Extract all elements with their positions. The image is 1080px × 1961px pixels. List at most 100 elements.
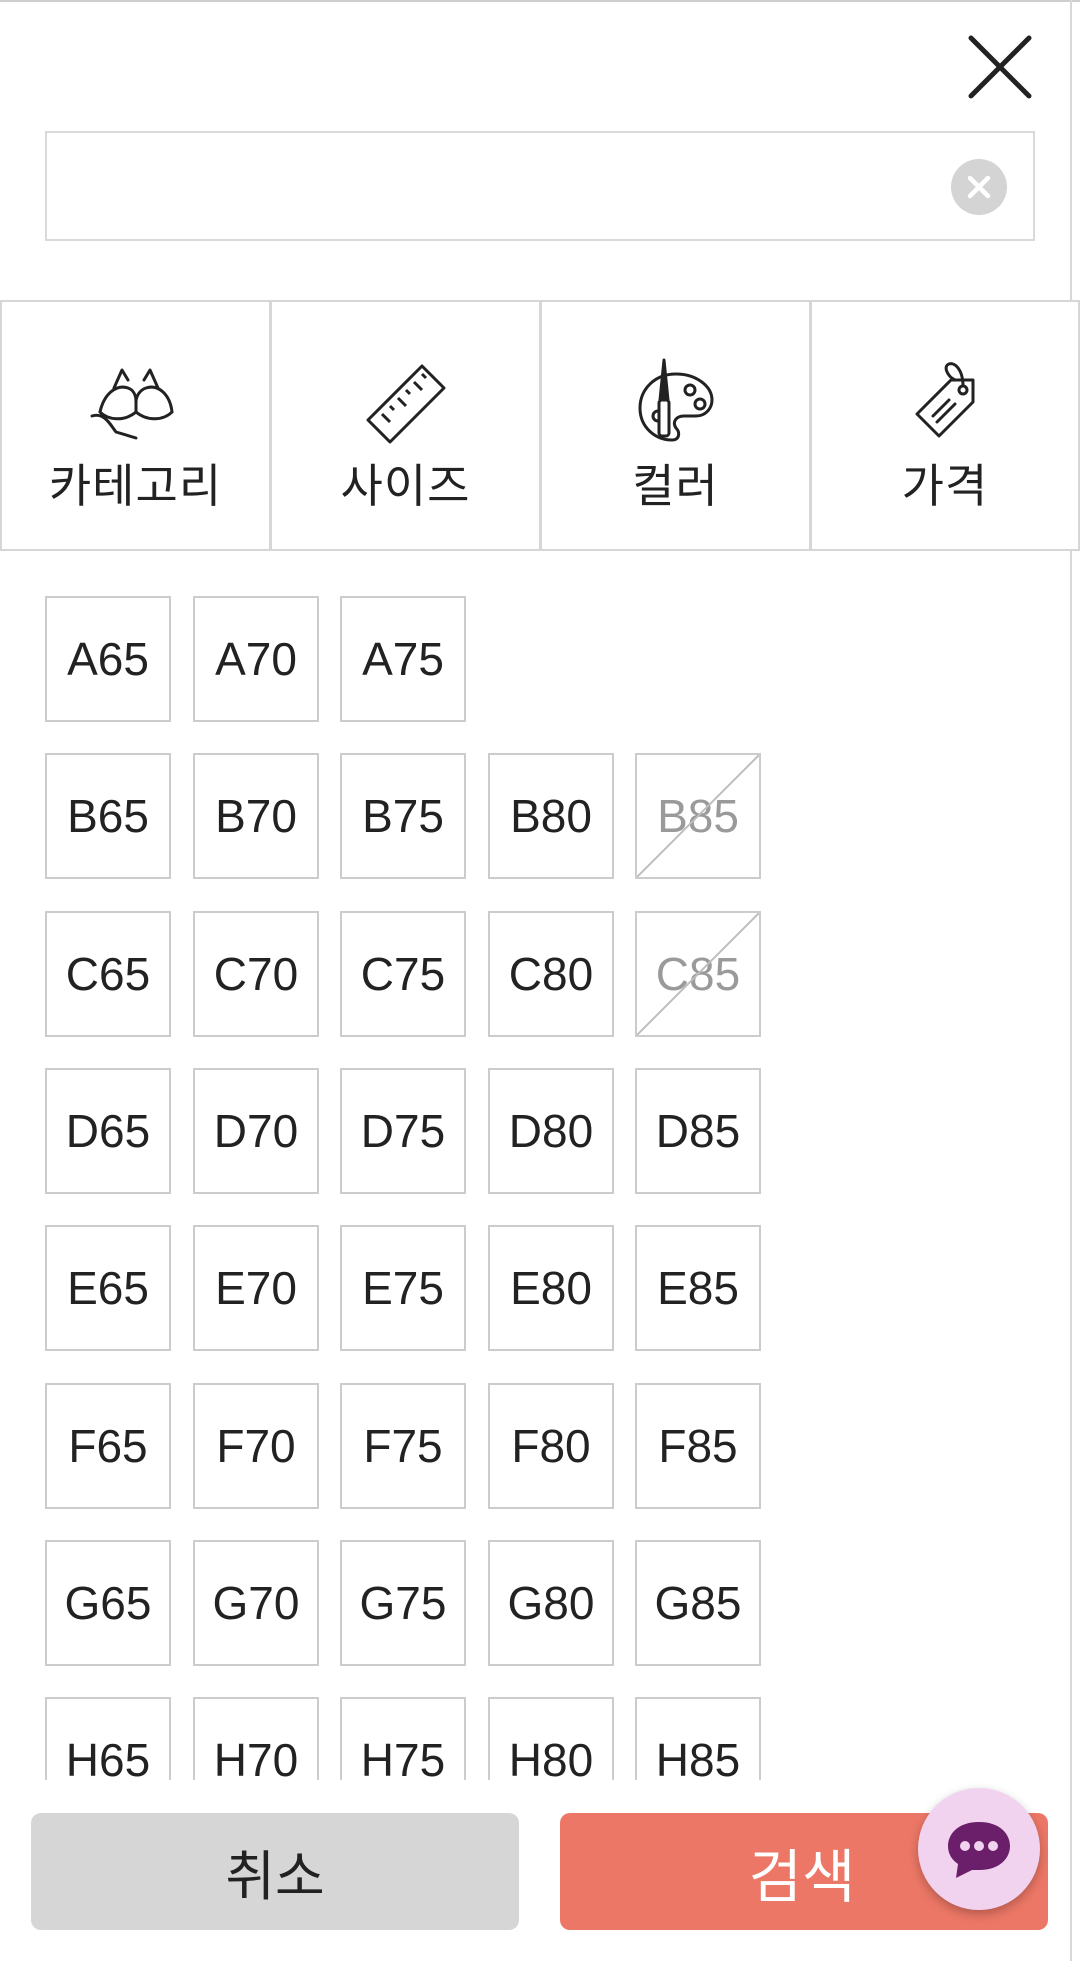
size-option-g65[interactable]: G65 [45, 1540, 171, 1666]
size-label: F85 [658, 1420, 738, 1472]
size-label: H85 [655, 1734, 741, 1780]
size-label: A75 [362, 633, 444, 685]
tab-label: 컬러 [632, 460, 719, 512]
size-option-c80[interactable]: C80 [488, 911, 614, 1037]
tab-color[interactable]: 컬러 [540, 300, 811, 551]
size-option-a70[interactable]: A70 [193, 596, 319, 722]
size-option-e80[interactable]: E80 [488, 1225, 614, 1351]
size-option-c70[interactable]: C70 [193, 911, 319, 1037]
size-label: D65 [65, 1105, 151, 1157]
filter-tabs: 카테고리 사이즈 컬러 가격 [0, 300, 1080, 551]
size-label: D75 [360, 1105, 446, 1157]
search-input[interactable] [47, 133, 927, 239]
size-label: F80 [511, 1420, 591, 1472]
size-option-b85: B85 [635, 753, 761, 879]
clear-search-button[interactable] [951, 159, 1007, 215]
size-option-f80[interactable]: F80 [488, 1383, 614, 1509]
size-option-g75[interactable]: G75 [340, 1540, 466, 1666]
size-label: F75 [363, 1420, 443, 1472]
tab-label: 카테고리 [48, 460, 223, 512]
size-label: C75 [360, 948, 446, 1000]
cancel-button[interactable]: 취소 [31, 1813, 519, 1930]
size-label: A70 [215, 633, 297, 685]
size-label: H75 [360, 1734, 446, 1780]
tab-category[interactable]: 카테고리 [0, 300, 271, 551]
size-label: G70 [212, 1577, 300, 1629]
size-option-g85[interactable]: G85 [635, 1540, 761, 1666]
size-label: B75 [362, 790, 444, 842]
size-label: C65 [65, 948, 151, 1000]
size-option-d85[interactable]: D85 [635, 1068, 761, 1194]
size-option-d70[interactable]: D70 [193, 1068, 319, 1194]
tab-size[interactable]: 사이즈 [270, 300, 541, 551]
size-label: D70 [213, 1105, 299, 1157]
size-label: D80 [508, 1105, 594, 1157]
size-label: C70 [213, 948, 299, 1000]
size-option-b80[interactable]: B80 [488, 753, 614, 879]
size-option-a65[interactable]: A65 [45, 596, 171, 722]
size-label: G75 [359, 1577, 447, 1629]
close-button[interactable] [963, 30, 1037, 104]
size-label: E70 [215, 1262, 297, 1314]
size-label: C80 [508, 948, 594, 1000]
top-divider [0, 0, 1080, 2]
size-option-f85[interactable]: F85 [635, 1383, 761, 1509]
size-option-h75[interactable]: H75 [340, 1697, 466, 1780]
size-option-c85: C85 [635, 911, 761, 1037]
size-label: G65 [64, 1577, 152, 1629]
size-label: G85 [654, 1577, 742, 1629]
tab-price[interactable]: 가격 [810, 300, 1080, 551]
size-label: D85 [655, 1105, 741, 1157]
size-option-d80[interactable]: D80 [488, 1068, 614, 1194]
size-option-b65[interactable]: B65 [45, 753, 171, 879]
close-icon [968, 35, 1032, 99]
chat-bubble-icon [948, 1822, 1010, 1878]
tab-label: 가격 [901, 460, 989, 512]
chat-button[interactable] [918, 1788, 1040, 1910]
size-option-e70[interactable]: E70 [193, 1225, 319, 1351]
size-option-c75[interactable]: C75 [340, 911, 466, 1037]
tab-label: 사이즈 [340, 460, 471, 512]
size-option-h65[interactable]: H65 [45, 1697, 171, 1780]
size-option-f75[interactable]: F75 [340, 1383, 466, 1509]
size-label: A65 [67, 633, 149, 685]
size-option-a75[interactable]: A75 [340, 596, 466, 722]
size-label: B85 [657, 790, 739, 842]
size-label: E75 [362, 1262, 444, 1314]
size-option-h80[interactable]: H80 [488, 1697, 614, 1780]
size-label: E80 [510, 1262, 592, 1314]
size-option-d75[interactable]: D75 [340, 1068, 466, 1194]
right-edge-divider [1070, 0, 1072, 1961]
clear-icon [967, 175, 991, 199]
price-tag-icon [893, 350, 997, 454]
size-label: E65 [67, 1262, 149, 1314]
size-label: B80 [510, 790, 592, 842]
size-option-c65[interactable]: C65 [45, 911, 171, 1037]
size-label: G80 [507, 1577, 595, 1629]
ruler-icon [354, 350, 458, 454]
bra-icon [84, 350, 188, 454]
size-option-e65[interactable]: E65 [45, 1225, 171, 1351]
size-label: H80 [508, 1734, 594, 1780]
size-label: F65 [68, 1420, 148, 1472]
size-option-f70[interactable]: F70 [193, 1383, 319, 1509]
size-option-f65[interactable]: F65 [45, 1383, 171, 1509]
size-option-e75[interactable]: E75 [340, 1225, 466, 1351]
size-option-h70[interactable]: H70 [193, 1697, 319, 1780]
palette-icon [624, 350, 728, 454]
size-label: B65 [67, 790, 149, 842]
size-label: H70 [213, 1734, 299, 1780]
size-option-g80[interactable]: G80 [488, 1540, 614, 1666]
size-label: E85 [657, 1262, 739, 1314]
size-option-b75[interactable]: B75 [340, 753, 466, 879]
size-option-d65[interactable]: D65 [45, 1068, 171, 1194]
size-option-g70[interactable]: G70 [193, 1540, 319, 1666]
size-label: F70 [216, 1420, 296, 1472]
search-box [45, 131, 1035, 241]
size-option-b70[interactable]: B70 [193, 753, 319, 879]
size-label: H65 [65, 1734, 151, 1780]
size-label: C85 [655, 948, 741, 1000]
size-option-h85[interactable]: H85 [635, 1697, 761, 1780]
size-grid: A65 A70 A75 B65 B70 B75 B80 B85 C65 C70 C75 C80 C85 D… [45, 596, 1045, 1780]
size-option-e85[interactable]: E85 [635, 1225, 761, 1351]
